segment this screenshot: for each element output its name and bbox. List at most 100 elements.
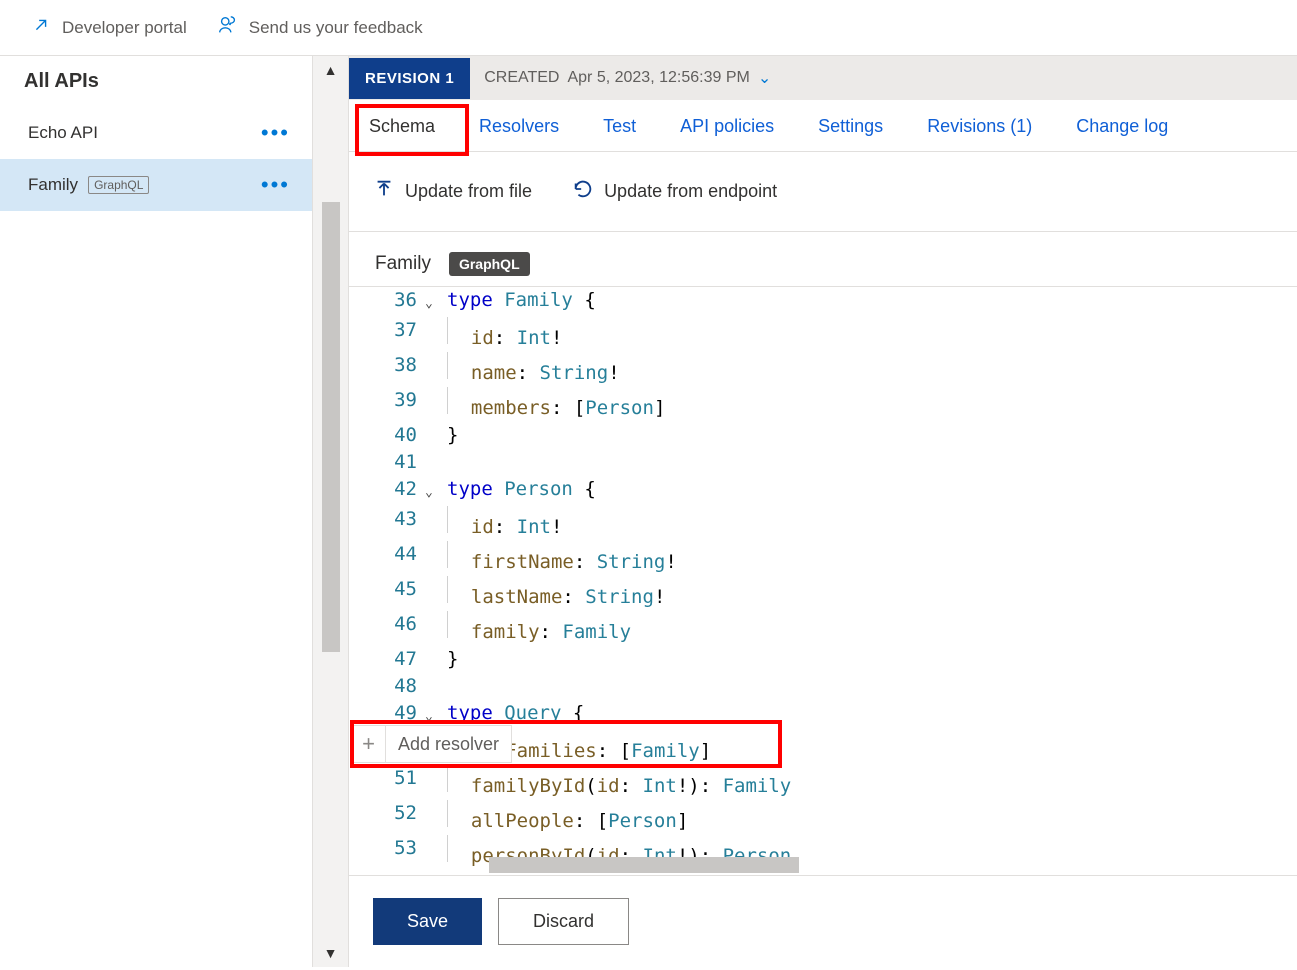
fold-icon xyxy=(425,646,447,649)
revision-tag: REVISION 1 xyxy=(349,58,470,99)
api-item-family[interactable]: FamilyGraphQL••• xyxy=(0,159,312,211)
annotation-highlight-schema xyxy=(355,104,469,156)
fold-icon xyxy=(425,422,447,425)
fold-icon[interactable]: ⌄ xyxy=(425,476,447,506)
editor-line[interactable]: 41 xyxy=(355,449,1297,476)
fold-icon xyxy=(425,541,447,544)
line-number: 36 xyxy=(355,287,425,314)
developer-portal-label: Developer portal xyxy=(62,18,187,38)
editor-line[interactable]: 47} xyxy=(355,646,1297,673)
editor-line[interactable]: 52 allPeople: [Person] xyxy=(355,800,1297,835)
code-content: name: String! xyxy=(447,352,620,387)
line-number: 38 xyxy=(355,352,425,379)
feedback-link[interactable]: Send us your feedback xyxy=(217,14,423,41)
line-number: 51 xyxy=(355,765,425,792)
scroll-down-icon[interactable]: ▼ xyxy=(324,945,338,961)
vertical-scrollbar[interactable]: ▲ ▼ xyxy=(313,56,349,967)
fold-icon[interactable]: ⌄ xyxy=(425,287,447,317)
line-number: 41 xyxy=(355,449,425,476)
line-number: 47 xyxy=(355,646,425,673)
fold-icon xyxy=(425,506,447,509)
api-name-row: Family GraphQL xyxy=(349,232,1297,286)
revision-meta[interactable]: CREATED Apr 5, 2023, 12:56:39 PM ⌄ xyxy=(470,68,785,88)
line-number: 37 xyxy=(355,317,425,344)
api-item-label: Echo API xyxy=(28,123,98,143)
api-name: Family xyxy=(375,253,431,275)
code-content: } xyxy=(447,422,458,449)
editor-line[interactable]: 43 id: Int! xyxy=(355,506,1297,541)
line-number: 46 xyxy=(355,611,425,638)
line-number: 40 xyxy=(355,422,425,449)
scrollbar-thumb[interactable] xyxy=(322,202,340,652)
line-number: 54 xyxy=(355,870,425,875)
code-content: familyById(id: Int!): Family xyxy=(447,765,791,800)
main-panel: REVISION 1 CREATED Apr 5, 2023, 12:56:39… xyxy=(349,56,1297,967)
fold-icon xyxy=(425,387,447,390)
save-button[interactable]: Save xyxy=(373,898,482,945)
sidebar-header: All APIs xyxy=(0,56,312,107)
code-content: id: Int! xyxy=(447,506,562,541)
discard-button[interactable]: Discard xyxy=(498,898,629,945)
code-content: } xyxy=(447,870,458,875)
code-content: allPeople: [Person] xyxy=(447,800,688,835)
code-content: } xyxy=(447,646,458,673)
fold-icon xyxy=(425,611,447,614)
tab-test[interactable]: Test xyxy=(603,116,636,151)
editor-line[interactable]: 48 xyxy=(355,673,1297,700)
code-content: firstName: String! xyxy=(447,541,677,576)
editor-line[interactable]: 37 id: Int! xyxy=(355,317,1297,352)
editor-line[interactable]: 46 family: Family xyxy=(355,611,1297,646)
editor-line[interactable]: 39 members: [Person] xyxy=(355,387,1297,422)
update-from-endpoint-button[interactable]: Update from endpoint xyxy=(572,178,777,205)
revision-created-label: CREATED xyxy=(484,69,559,87)
editor-line[interactable]: 51 familyById(id: Int!): Family xyxy=(355,765,1297,800)
tabs-bar: Schema Resolvers Test API policies Setti… xyxy=(349,100,1297,152)
fold-icon xyxy=(425,317,447,320)
editor-line[interactable]: 45 lastName: String! xyxy=(355,576,1297,611)
editor-line[interactable]: 44 firstName: String! xyxy=(355,541,1297,576)
tab-change-log[interactable]: Change log xyxy=(1076,116,1168,151)
more-icon[interactable]: ••• xyxy=(261,128,290,138)
tab-api-policies[interactable]: API policies xyxy=(680,116,774,151)
editor-line[interactable]: 42⌄type Person { xyxy=(355,476,1297,506)
code-content: type Family { xyxy=(447,287,596,314)
feedback-icon xyxy=(217,14,239,41)
more-icon[interactable]: ••• xyxy=(261,180,290,190)
line-number: 52 xyxy=(355,800,425,827)
code-content: type Person { xyxy=(447,476,596,503)
fold-icon xyxy=(425,576,447,579)
line-number: 48 xyxy=(355,673,425,700)
fold-icon xyxy=(425,673,447,676)
schema-toolbar: Update from file Update from endpoint xyxy=(349,152,1297,232)
fold-icon xyxy=(425,352,447,355)
scroll-up-icon[interactable]: ▲ xyxy=(324,62,338,78)
code-content: lastName: String! xyxy=(447,576,665,611)
code-content: id: Int! xyxy=(447,317,562,352)
line-number: 43 xyxy=(355,506,425,533)
chevron-down-icon: ⌄ xyxy=(758,68,771,88)
revision-bar: REVISION 1 CREATED Apr 5, 2023, 12:56:39… xyxy=(349,56,1297,100)
editor-wrap: 36⌄type Family {37 id: Int!38 name: Stri… xyxy=(349,286,1297,875)
update-from-endpoint-label: Update from endpoint xyxy=(604,181,777,202)
fold-icon xyxy=(425,800,447,803)
tab-revisions[interactable]: Revisions (1) xyxy=(927,116,1032,151)
fold-icon xyxy=(425,870,447,873)
editor-line[interactable]: 40} xyxy=(355,422,1297,449)
tab-resolvers[interactable]: Resolvers xyxy=(479,116,559,151)
refresh-icon xyxy=(572,178,594,205)
update-from-file-button[interactable]: Update from file xyxy=(373,178,532,205)
update-from-file-label: Update from file xyxy=(405,181,532,202)
line-number: 42 xyxy=(355,476,425,503)
horizontal-scrollbar[interactable] xyxy=(489,857,799,873)
upload-icon xyxy=(373,178,395,205)
tab-settings[interactable]: Settings xyxy=(818,116,883,151)
schema-editor[interactable]: 36⌄type Family {37 id: Int!38 name: Stri… xyxy=(349,286,1297,875)
line-number: 39 xyxy=(355,387,425,414)
developer-portal-link[interactable]: Developer portal xyxy=(30,14,187,41)
api-item-echo-api[interactable]: Echo API ••• xyxy=(0,107,312,159)
line-number: 45 xyxy=(355,576,425,603)
editor-line[interactable]: 36⌄type Family { xyxy=(355,287,1297,317)
editor-line[interactable]: 38 name: String! xyxy=(355,352,1297,387)
line-number: 53 xyxy=(355,835,425,862)
api-item-badge: GraphQL xyxy=(88,176,149,194)
